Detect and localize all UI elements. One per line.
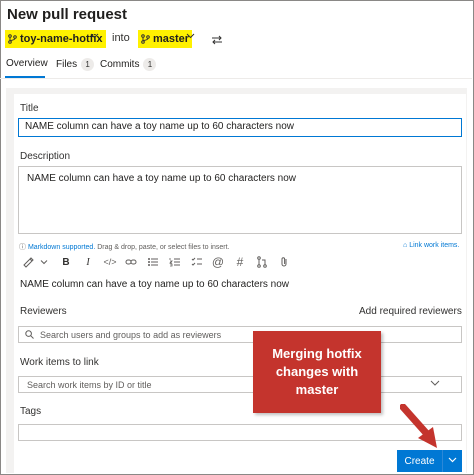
bold-icon[interactable]: B: [60, 256, 72, 268]
tab-overview[interactable]: Overview: [6, 58, 48, 69]
work-items-placeholder: Search work items by ID or title: [27, 379, 152, 390]
page-title: New pull request: [7, 6, 128, 23]
title-label: Title: [20, 103, 39, 114]
description-preview: NAME column can have a toy name up to 60…: [20, 279, 290, 290]
add-required-reviewers-link[interactable]: Add required reviewers: [359, 306, 462, 317]
tab-bar: Overview Files 1 Commits 1: [0, 58, 472, 78]
link-work-items[interactable]: ⌂ Link work items.: [403, 242, 459, 249]
pull-request-icon[interactable]: [256, 256, 268, 268]
tab-commits[interactable]: Commits 1: [100, 58, 157, 71]
info-icon: ⓘ: [19, 244, 26, 251]
tags-label: Tags: [20, 406, 42, 417]
reviewers-label: Reviewers: [20, 306, 67, 317]
chevron-down-icon[interactable]: [38, 256, 50, 268]
chevron-down-icon[interactable]: [90, 31, 99, 43]
link-icon[interactable]: [125, 256, 137, 268]
link-work-items-icon: ⌂: [403, 242, 408, 249]
into-label: into: [112, 32, 130, 44]
work-items-label: Work items to link: [20, 357, 99, 368]
search-icon: [25, 330, 34, 339]
swap-branches-icon[interactable]: [211, 32, 223, 50]
code-icon[interactable]: </>: [104, 256, 117, 268]
mention-icon[interactable]: @: [212, 255, 224, 269]
drag-drop-hint: Drag & drop, paste, or select files to i…: [97, 244, 230, 251]
files-count-badge: 1: [81, 58, 95, 71]
annotation-callout: Merging hotfix changes with master: [253, 331, 381, 413]
chevron-down-icon[interactable]: [186, 31, 195, 43]
format-icon[interactable]: [22, 256, 34, 268]
create-button-label: Create: [404, 455, 435, 467]
link-work-items-label: Link work items.: [409, 242, 460, 249]
chevron-down-icon[interactable]: [443, 455, 462, 467]
callout-arrow: [399, 403, 440, 455]
tab-overview-label: Overview: [6, 58, 48, 69]
tab-files[interactable]: Files 1: [56, 58, 95, 71]
tags-input[interactable]: [18, 424, 462, 441]
description-label: Description: [20, 151, 71, 162]
markdown-supported-link[interactable]: Markdown supported.: [28, 244, 95, 251]
chevron-down-icon[interactable]: [430, 378, 440, 391]
target-branch-selector[interactable]: master: [138, 30, 193, 48]
bulleted-list-icon[interactable]: [147, 256, 159, 268]
title-input[interactable]: NAME column can have a toy name up to 60…: [18, 118, 462, 137]
hash-icon[interactable]: #: [234, 255, 246, 269]
numbered-list-icon[interactable]: [169, 256, 181, 268]
target-branch-name: master: [153, 33, 190, 45]
branch-icon: [8, 34, 17, 44]
attach-icon[interactable]: [278, 256, 290, 268]
tab-files-label: Files: [56, 59, 78, 70]
checklist-icon[interactable]: [191, 256, 203, 268]
work-items-search-input[interactable]: Search work items by ID or title: [18, 376, 462, 393]
italic-icon[interactable]: I: [82, 256, 94, 268]
reviewers-placeholder: Search users and groups to add as review…: [40, 329, 222, 340]
markdown-hint: ⓘ Markdown supported. Drag & drop, paste…: [19, 242, 230, 252]
create-button[interactable]: Create: [397, 450, 462, 472]
branch-icon: [141, 34, 150, 44]
tab-divider: [0, 78, 472, 79]
description-textarea[interactable]: NAME column can have a toy name up to 60…: [18, 166, 462, 234]
tab-commits-label: Commits: [100, 59, 140, 70]
reviewers-search-input[interactable]: Search users and groups to add as review…: [18, 326, 462, 343]
commits-count-badge: 1: [143, 58, 157, 71]
